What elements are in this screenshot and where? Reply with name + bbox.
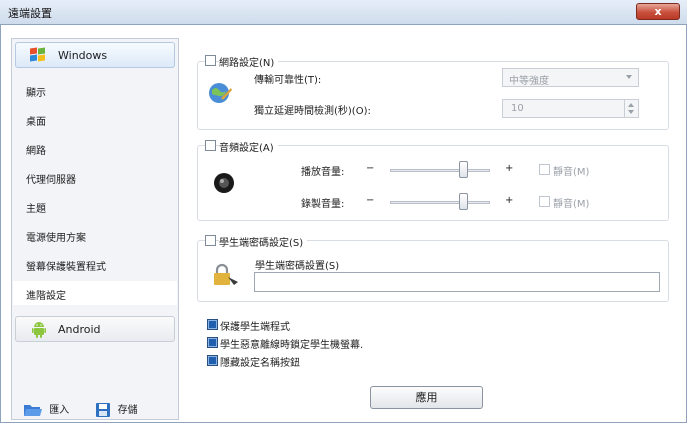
network-globe-icon xyxy=(209,83,232,103)
sidebar-item-network[interactable]: 網路 xyxy=(26,142,46,157)
student-password-input[interactable] xyxy=(254,272,660,292)
playback-volume-label: 播放音量: xyxy=(301,167,345,178)
sidebar-header-android[interactable]: Android xyxy=(15,316,175,342)
record-volume-thumb[interactable] xyxy=(459,193,468,210)
student-password-checkbox[interactable] xyxy=(205,235,216,246)
reliability-value: 中等強度 xyxy=(509,76,549,87)
playback-mute-label: 靜音(M) xyxy=(553,167,590,178)
audio-settings-group xyxy=(197,145,669,221)
audio-settings-label: 音頻設定(A) xyxy=(219,139,278,154)
audio-settings-checkbox[interactable] xyxy=(205,140,216,151)
folder-open-icon xyxy=(24,405,42,416)
protect-client-checkbox[interactable] xyxy=(207,319,218,330)
spinner-up-icon[interactable] xyxy=(628,103,634,107)
latency-label: 獨立延遲時間檢測(秒)(O): xyxy=(254,106,371,117)
reliability-label: 傳輸可靠性(T): xyxy=(254,75,322,86)
sidebar-item-label: 進階設定 xyxy=(26,291,66,302)
speaker-icon xyxy=(214,173,234,193)
android-logo-icon xyxy=(32,322,46,338)
playback-volume-thumb[interactable] xyxy=(459,161,468,178)
apply-button[interactable]: 應用 xyxy=(370,386,483,409)
sidebar-item-theme[interactable]: 主題 xyxy=(26,200,46,215)
playback-minus: − xyxy=(366,163,375,174)
spinner-buttons[interactable] xyxy=(624,100,638,117)
reliability-select[interactable]: 中等強度 xyxy=(502,68,639,87)
playback-plus: + xyxy=(505,163,514,174)
sidebar-header-windows[interactable]: Windows xyxy=(15,42,175,68)
latency-spinner[interactable]: 10 xyxy=(502,99,639,118)
sidebar: Windows 顯示 桌面 網路 代理伺服器 主題 電源使用方案 螢幕保護裝置程… xyxy=(11,38,179,420)
sidebar-item-display[interactable]: 顯示 xyxy=(26,84,46,99)
record-mute-checkbox[interactable] xyxy=(539,196,550,207)
sidebar-header-label: Windows xyxy=(58,49,108,62)
student-password-field-label: 學生端密碼設置(S) xyxy=(255,261,340,272)
record-volume-label: 錄製音量: xyxy=(301,199,345,210)
record-plus: + xyxy=(505,195,514,206)
hide-name-button-checkbox[interactable] xyxy=(207,355,218,366)
save-label: 存儲 xyxy=(117,405,138,416)
network-settings-checkbox[interactable] xyxy=(205,55,216,66)
lock-on-offline-checkbox[interactable] xyxy=(207,337,218,348)
sidebar-item-screensaver[interactable]: 螢幕保護裝置程式 xyxy=(26,258,106,273)
playback-mute-checkbox[interactable] xyxy=(539,164,550,175)
windows-logo-icon xyxy=(30,47,46,63)
lock-on-offline-label: 學生惡意離線時鎖定學生機螢幕. xyxy=(220,340,364,351)
sidebar-footer: 匯入 存儲 xyxy=(24,401,138,417)
sidebar-item-advanced[interactable]: 進階設定 xyxy=(13,281,177,305)
lock-icon xyxy=(214,263,238,285)
import-label: 匯入 xyxy=(49,405,70,416)
chevron-down-icon xyxy=(626,75,632,79)
sidebar-header-label: Android xyxy=(58,323,101,336)
record-volume-slider[interactable] xyxy=(390,201,490,204)
latency-value: 10 xyxy=(511,103,524,114)
window-title: 遠端設置 xyxy=(8,7,52,20)
record-minus: − xyxy=(366,195,375,206)
playback-volume-slider[interactable] xyxy=(390,169,490,172)
hide-name-button-label: 隱藏設定名稱按鈕 xyxy=(220,358,300,369)
sidebar-item-power-plan[interactable]: 電源使用方案 xyxy=(26,229,86,244)
floppy-disk-icon xyxy=(96,403,111,417)
close-icon: x xyxy=(654,5,662,18)
title-bar: 遠端設置 x xyxy=(0,0,687,25)
student-password-label: 學生端密碼設定(S) xyxy=(219,234,308,249)
protect-client-label: 保護學生端程式 xyxy=(220,322,290,333)
sidebar-item-proxy[interactable]: 代理伺服器 xyxy=(26,171,76,186)
record-mute-label: 靜音(M) xyxy=(553,199,590,210)
close-button[interactable]: x xyxy=(636,3,680,20)
save-button[interactable]: 存儲 xyxy=(96,403,138,417)
spinner-down-icon[interactable] xyxy=(628,110,634,114)
sidebar-item-desktop[interactable]: 桌面 xyxy=(26,113,46,128)
import-button[interactable]: 匯入 xyxy=(24,405,72,416)
network-settings-label: 網路設定(N) xyxy=(219,54,279,69)
